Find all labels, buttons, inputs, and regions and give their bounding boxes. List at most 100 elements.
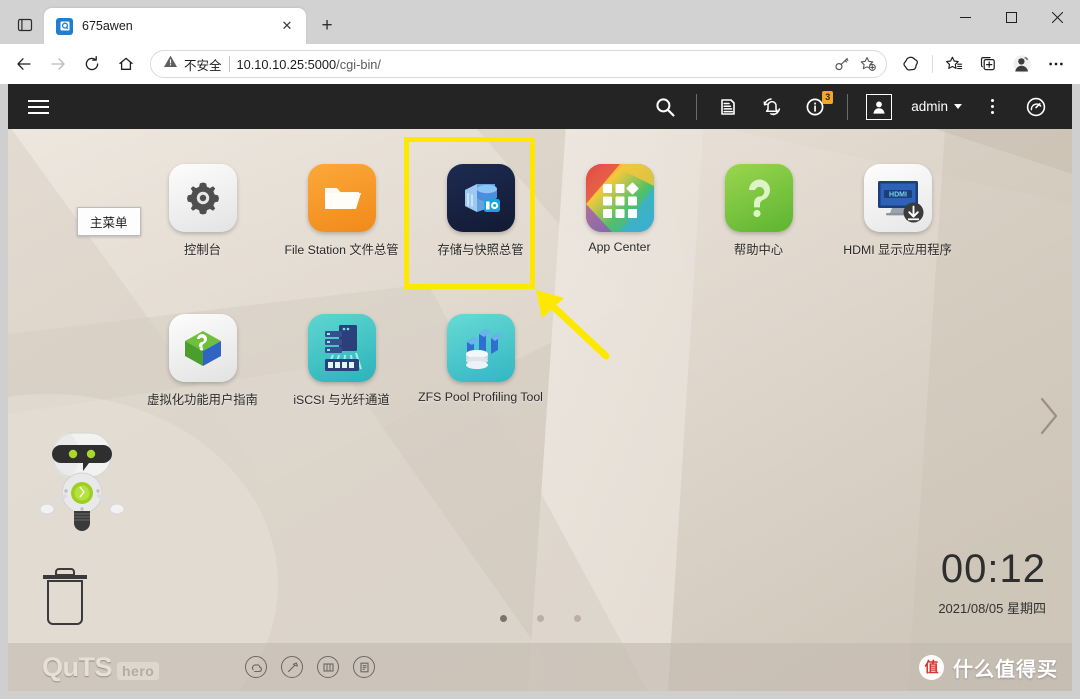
info-icon[interactable]: 3 bbox=[794, 84, 838, 129]
desktop-icon-label: App Center bbox=[588, 240, 651, 254]
page-dot-1[interactable] bbox=[499, 615, 507, 622]
notes-icon[interactable] bbox=[353, 656, 376, 678]
browser-navbar: 不安全 10.10.10.25:5000/cgi-bin/ bbox=[0, 44, 1080, 84]
app-center-icon bbox=[585, 164, 654, 232]
profile-avatar-icon[interactable] bbox=[1006, 48, 1038, 80]
desktop-icon-file-station[interactable]: File Station 文件总管 bbox=[272, 164, 411, 258]
cloud-link-icon[interactable] bbox=[245, 656, 268, 678]
file-station-icon bbox=[307, 164, 376, 232]
favorites-icon[interactable] bbox=[938, 48, 970, 80]
desktop-icon-virtualization-guide[interactable]: 虚拟化功能用户指南 bbox=[133, 314, 272, 408]
user-menu[interactable]: admin bbox=[911, 84, 968, 129]
desktop-icon-label: 虚拟化功能用户指南 bbox=[147, 393, 258, 407]
security-label: 不安全 bbox=[184, 58, 222, 73]
info-badge: 3 bbox=[822, 91, 834, 104]
home-icon[interactable] bbox=[110, 48, 142, 80]
collections-icon[interactable] bbox=[972, 48, 1004, 80]
chevron-down-icon bbox=[954, 104, 962, 109]
toolbar-divider bbox=[932, 55, 933, 73]
dashboard-gauge-icon[interactable] bbox=[1014, 84, 1058, 129]
panels-icon[interactable] bbox=[317, 656, 340, 678]
url-text[interactable]: 10.10.10.25:5000/cgi-bin/ bbox=[237, 57, 823, 72]
iscsi-fibre-channel-icon bbox=[307, 314, 376, 382]
hamburger-menu-icon[interactable] bbox=[18, 87, 58, 127]
window-controls bbox=[942, 0, 1080, 34]
qnap-favicon bbox=[56, 17, 73, 35]
browser-window: 675awen ✕ + 不安全 10.10.10.25:5000/cgi-bin… bbox=[0, 0, 1080, 699]
address-bar-actions bbox=[830, 52, 880, 76]
tab-actions-icon[interactable] bbox=[6, 8, 44, 42]
control-panel-icon bbox=[168, 164, 237, 232]
topbar-divider-2 bbox=[847, 93, 849, 120]
user-name-label: admin bbox=[911, 99, 948, 114]
chevron-right-icon[interactable] bbox=[1036, 394, 1062, 443]
desktop-icon-row-2: 虚拟化功能用户指南 iSCSI 与光纤通道 ZFS Pool Profiling… bbox=[133, 314, 550, 408]
desktop-icon-label: File Station 文件总管 bbox=[284, 243, 399, 257]
url-path: /cgi-bin/ bbox=[336, 56, 381, 72]
tab-close-icon[interactable]: ✕ bbox=[276, 15, 298, 37]
virtualization-guide-icon bbox=[168, 314, 237, 382]
watermark-text: 什么值得买 bbox=[953, 658, 1058, 681]
browser-tab[interactable]: 675awen ✕ bbox=[44, 8, 306, 44]
hdmi-display-app-icon: HDMI bbox=[863, 164, 932, 232]
watermark-mark: 值 bbox=[919, 654, 944, 680]
forward-icon bbox=[42, 48, 74, 80]
browser-essentials-icon[interactable] bbox=[895, 48, 927, 80]
address-divider bbox=[228, 56, 230, 72]
warning-triangle-icon bbox=[163, 54, 178, 74]
desktop-icon-storage-snapshot-manager[interactable]: 存储与快照总管 bbox=[411, 164, 550, 258]
desktop-icon-zfs-pool-profiling-tool[interactable]: ZFS Pool Profiling Tool bbox=[411, 314, 550, 408]
desktop-icon-label: 帮助中心 bbox=[733, 243, 784, 257]
page-dot-3[interactable] bbox=[573, 615, 581, 622]
taskbar-tray bbox=[245, 656, 376, 678]
avatar bbox=[866, 93, 893, 120]
close-button[interactable] bbox=[1034, 0, 1080, 34]
clock-time: 00:12 bbox=[940, 547, 1046, 591]
qts-taskbar: QuTS hero 值 什么值得买 bbox=[8, 643, 1072, 691]
svg-text:HDMI: HDMI bbox=[889, 192, 907, 199]
desktop-icon-label: ZFS Pool Profiling Tool bbox=[418, 390, 543, 404]
quts-logo-main: QuTS bbox=[42, 651, 113, 682]
user-avatar-icon[interactable] bbox=[857, 84, 901, 129]
tools-icon[interactable] bbox=[281, 656, 304, 678]
security-status[interactable]: 不安全 bbox=[163, 54, 222, 74]
add-favorite-star-icon[interactable] bbox=[856, 52, 880, 76]
desktop-icon-app-center[interactable]: App Center bbox=[550, 164, 689, 258]
background-tasks-icon[interactable] bbox=[706, 84, 750, 129]
desktop-icon-label: 控制台 bbox=[184, 243, 221, 257]
minimize-button[interactable] bbox=[942, 0, 988, 34]
search-icon[interactable] bbox=[643, 84, 687, 129]
qts-desktop-viewport: 3 admin 主菜单 控制台 File Station 文件总管 存储与快照总… bbox=[8, 84, 1072, 691]
maximize-button[interactable] bbox=[988, 0, 1034, 34]
storage-snapshot-manager-icon bbox=[446, 164, 515, 232]
notification-bell-icon[interactable] bbox=[750, 84, 794, 129]
key-icon[interactable] bbox=[830, 52, 854, 76]
screenshot-root: 675awen ✕ + 不安全 10.10.10.25:5000/cgi-bin… bbox=[0, 0, 1080, 699]
page-dot-2[interactable] bbox=[536, 615, 544, 622]
desktop-clock: 00:12 2021/08/05 星期四 bbox=[938, 549, 1046, 617]
back-icon[interactable] bbox=[8, 48, 40, 80]
desktop-icon-help-center[interactable]: 帮助中心 bbox=[689, 164, 828, 258]
desktop-icon-label: HDMI 显示应用程序 bbox=[843, 243, 952, 257]
zfs-pool-profiling-tool-icon bbox=[446, 314, 515, 382]
address-bar[interactable]: 不安全 10.10.10.25:5000/cgi-bin/ bbox=[150, 50, 887, 78]
kebab-menu-icon[interactable] bbox=[970, 84, 1014, 129]
quts-logo-sub: hero bbox=[117, 661, 160, 680]
main-menu-tooltip: 主菜单 bbox=[77, 207, 141, 236]
quts-hero-logo: QuTS hero bbox=[42, 651, 160, 683]
tab-title: 675awen bbox=[82, 19, 133, 33]
qts-topbar: 3 admin bbox=[8, 84, 1072, 129]
help-center-icon bbox=[724, 164, 793, 232]
reload-icon[interactable] bbox=[76, 48, 108, 80]
topbar-divider-1 bbox=[696, 93, 698, 120]
new-tab-button[interactable]: + bbox=[312, 11, 342, 41]
desktop-icon-hdmi-display-app[interactable]: HDMI HDMI 显示应用程序 bbox=[828, 164, 967, 258]
desktop-icon-iscsi-fibre-channel[interactable]: iSCSI 与光纤通道 bbox=[272, 314, 411, 408]
desktop-icon-control-panel[interactable]: 控制台 bbox=[133, 164, 272, 258]
desktop-icon-row-1: 控制台 File Station 文件总管 存储与快照总管 App Center… bbox=[133, 164, 967, 258]
qnap-robot-assistant[interactable] bbox=[36, 429, 128, 539]
ellipsis-icon[interactable] bbox=[1040, 48, 1072, 80]
watermark: 值 什么值得买 bbox=[919, 653, 1058, 682]
kebab-dots bbox=[990, 99, 994, 114]
tab-strip: 675awen ✕ + bbox=[0, 0, 342, 44]
